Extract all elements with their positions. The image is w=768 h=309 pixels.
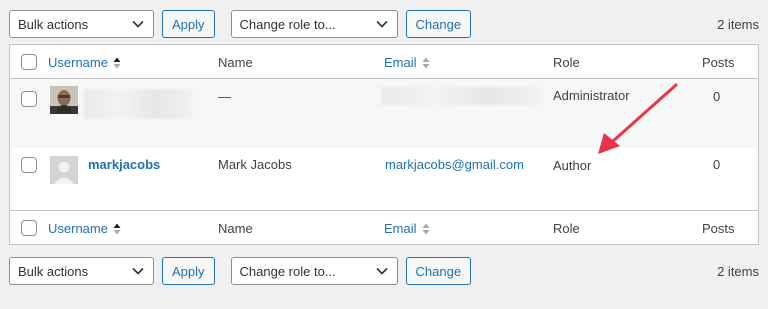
change-role-label: Change role to...	[239, 263, 336, 279]
change-role-select[interactable]: Change role to...	[230, 257, 398, 285]
chevron-down-icon	[131, 264, 145, 278]
tablenav-bottom: Bulk actions Apply Change role to... Cha…	[9, 257, 759, 285]
bulk-actions-select[interactable]: Bulk actions	[9, 257, 154, 285]
items-count: 2 items	[717, 263, 759, 279]
change-button[interactable]: Change	[405, 257, 472, 285]
bulk-actions-label: Bulk actions	[18, 263, 89, 279]
chevron-down-icon	[375, 264, 389, 278]
apply-button[interactable]: Apply	[162, 257, 215, 285]
